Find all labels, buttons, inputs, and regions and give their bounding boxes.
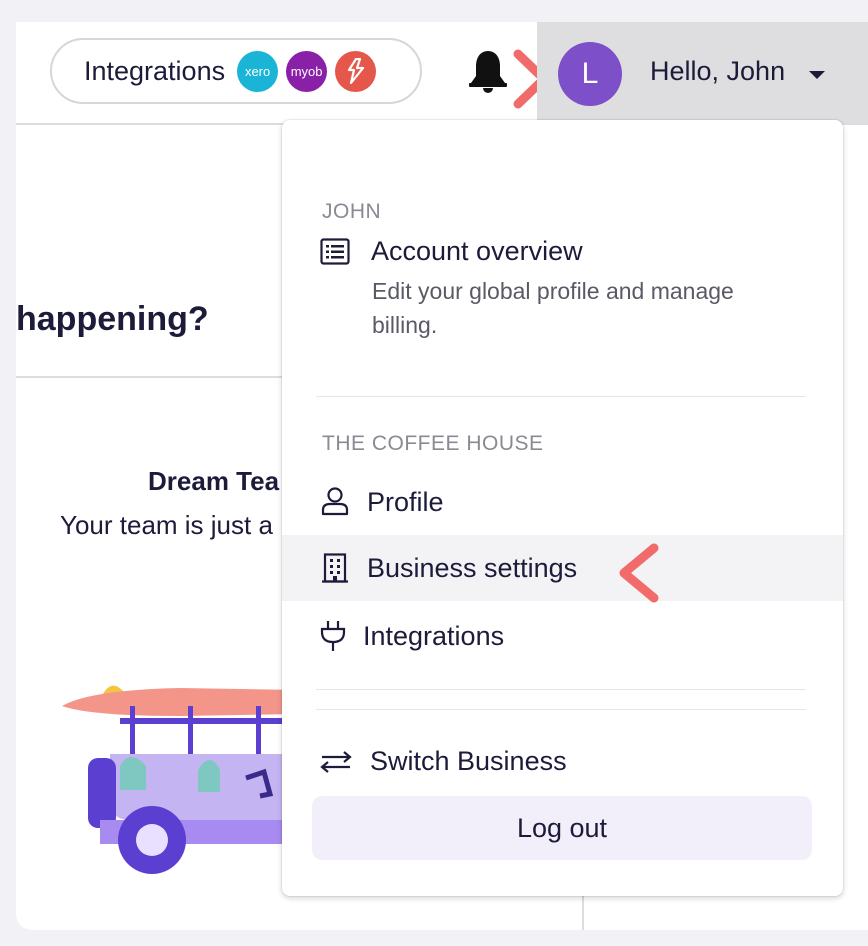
user-section-label: JOHN (322, 200, 382, 223)
chevron-down-icon (809, 71, 825, 79)
business-section-label: THE COFFEE HOUSE (322, 432, 544, 455)
menu-divider (316, 689, 806, 690)
myob-logo-text: myob (290, 63, 323, 79)
list-icon (320, 238, 350, 265)
account-dropdown-menu: JOHN Account overview Edit your global p… (282, 120, 843, 896)
menu-item-business-settings[interactable]: Business settings (282, 535, 843, 601)
xero-logo-text: xero (244, 63, 271, 79)
building-icon (322, 553, 348, 583)
myob-logo-icon: myob (286, 50, 328, 92)
menu-divider (316, 709, 806, 710)
menu-item-profile[interactable]: Profile (282, 469, 843, 535)
bell-icon[interactable] (468, 48, 508, 94)
user-icon (321, 487, 349, 516)
greeting: Hello, John (650, 56, 786, 86)
menu-item-integrations[interactable]: Integrations (282, 603, 843, 669)
switch-arrows-icon (320, 751, 352, 773)
account-overview-description: Edit your global profile and manage bill… (372, 278, 734, 338)
jeep-illustration-icon (62, 685, 300, 874)
avatar: L (558, 42, 622, 106)
logout-label: Log out (516, 812, 608, 843)
account-overview-label: Account overview (371, 236, 583, 266)
lightspeed-logo-icon (335, 50, 377, 92)
page-heading: happening? (16, 300, 209, 338)
card-subtitle: Your team is just a (60, 510, 273, 540)
avatar-initial: L (581, 57, 599, 90)
logout-button[interactable]: Log out (312, 796, 812, 860)
integrations-button[interactable]: Integrations xero myob (50, 38, 422, 104)
xero-logo-icon: xero (237, 50, 279, 92)
card-title: Dream Tea (148, 466, 280, 496)
menu-item-integrations-label: Integrations (363, 621, 505, 651)
switch-business-label: Switch Business (370, 746, 567, 776)
menu-divider (316, 396, 806, 397)
integrations-label: Integrations (84, 55, 226, 86)
menu-item-business-settings-label: Business settings (367, 553, 578, 583)
plug-icon (320, 621, 346, 651)
app-frame: Integrations xero myob L Hello, John hap… (16, 22, 868, 930)
menu-item-profile-label: Profile (367, 487, 444, 517)
annotation-arrow-left-icon (619, 543, 659, 603)
switch-business-item[interactable]: Switch Business (282, 730, 843, 796)
account-menu-button[interactable]: L Hello, John (537, 22, 868, 123)
